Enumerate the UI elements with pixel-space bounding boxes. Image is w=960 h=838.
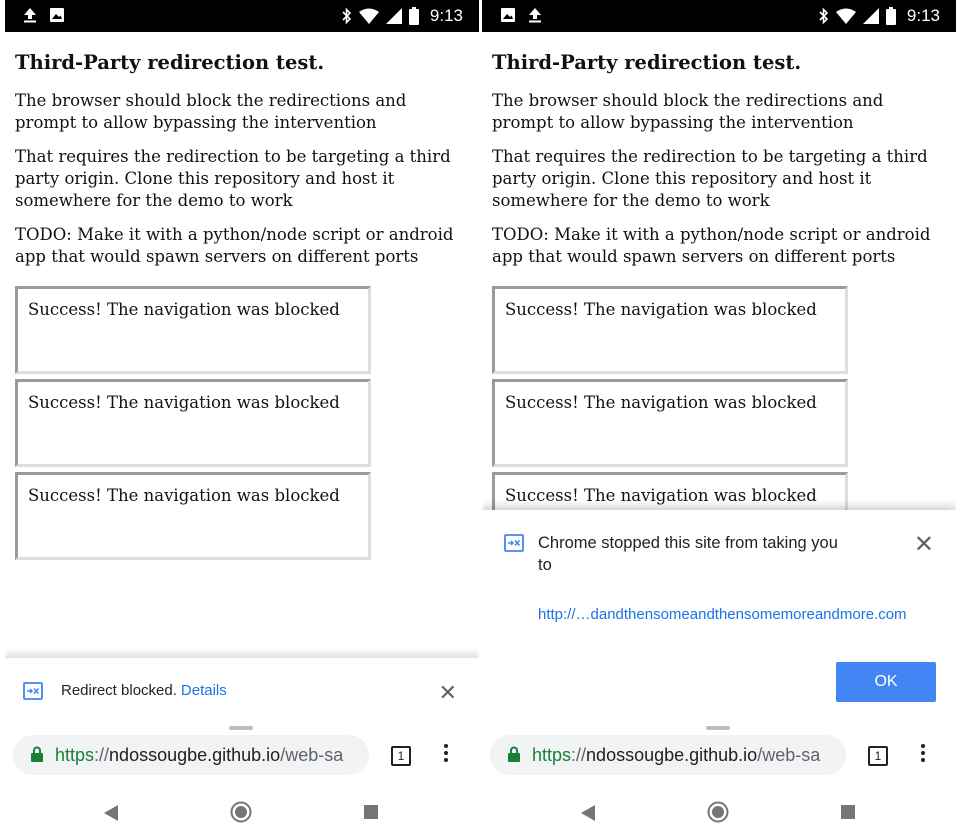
back-icon[interactable]: [103, 804, 119, 822]
details-link[interactable]: Details: [181, 682, 227, 699]
infobar-message: Redirect blocked. Details: [61, 682, 227, 699]
upload-icon: [529, 8, 541, 23]
result-iframe: Success! The navigation was blocked: [492, 379, 848, 467]
clock: 9:13: [429, 6, 463, 25]
recents-icon[interactable]: [841, 805, 855, 819]
iframe-list: Success! The navigation was blocked Succ…: [15, 286, 470, 560]
image-icon: [501, 8, 515, 22]
url-separator: ://: [571, 745, 587, 765]
wifi-icon: [835, 8, 856, 24]
bluetooth-icon: [342, 7, 352, 25]
status-bar: 9:13: [482, 0, 956, 32]
todo-paragraph: TODO: Make it with a python/node script …: [492, 225, 931, 266]
ok-button[interactable]: OK: [836, 662, 936, 702]
phone-screen-right: 9:13 Third-Party redirection test. The b…: [482, 0, 956, 838]
url-separator: ://: [94, 745, 110, 765]
result-iframe: Success! The navigation was blocked: [15, 379, 371, 467]
blocked-url-link[interactable]: http://…dandthensomeandthensomemoreandmo…: [538, 606, 907, 623]
infobar-text: Redirect blocked.: [61, 682, 177, 699]
upload-icon: [24, 8, 36, 23]
url-text: https://ndossougbe.github.io/web-sa: [532, 745, 820, 766]
close-icon[interactable]: ✕: [914, 530, 934, 559]
android-nav-bar: [5, 790, 479, 838]
cell-signal-icon: [862, 8, 879, 24]
tab-switcher-button[interactable]: 1: [391, 746, 411, 766]
url-scheme: https: [532, 745, 572, 765]
recents-icon[interactable]: [364, 805, 378, 819]
image-icon: [50, 8, 64, 22]
home-icon[interactable]: [230, 801, 252, 823]
clock: 9:13: [906, 6, 940, 25]
more-menu-icon[interactable]: [920, 744, 926, 766]
requirement-paragraph: That requires the redirection to be targ…: [15, 147, 451, 210]
todo-paragraph: TODO: Make it with a python/node script …: [15, 225, 454, 266]
result-iframe: Success! The navigation was blocked: [15, 472, 371, 560]
lock-icon: [31, 746, 43, 762]
redirect-blocked-infobar: Redirect blocked. Details ✕: [5, 656, 479, 722]
url-host: ndossougbe.github.io: [586, 745, 758, 765]
result-iframe: Success! The navigation was blocked: [15, 286, 371, 374]
bluetooth-icon: [819, 7, 829, 25]
intro-paragraph: The browser should block the redirection…: [492, 91, 884, 132]
url-host: ndossougbe.github.io: [109, 745, 281, 765]
browser-toolbar: https://ndossougbe.github.io/web-sa 1: [5, 720, 479, 790]
home-icon[interactable]: [707, 801, 729, 823]
redirect-blocked-icon: [504, 534, 524, 552]
browser-toolbar: https://ndossougbe.github.io/web-sa 1: [482, 720, 956, 790]
back-icon[interactable]: [580, 804, 596, 822]
android-nav-bar: [482, 790, 956, 838]
url-path: /web-sa: [757, 745, 821, 765]
redirect-blocked-icon: [23, 682, 43, 700]
page-title: Third-Party redirection test.: [15, 51, 325, 74]
page-title: Third-Party redirection test.: [492, 51, 802, 74]
page-content: Third-Party redirection test. The browse…: [15, 50, 470, 565]
page-content: Third-Party redirection test. The browse…: [492, 50, 947, 565]
omnibox[interactable]: https://ndossougbe.github.io/web-sa: [13, 735, 369, 775]
url-scheme: https: [55, 745, 95, 765]
close-icon[interactable]: ✕: [439, 680, 457, 706]
lock-icon: [508, 746, 520, 762]
url-path: /web-sa: [280, 745, 344, 765]
phone-screen-left: 9:13 Third-Party redirection test. The b…: [5, 0, 479, 838]
wifi-icon: [358, 8, 379, 24]
battery-icon: [408, 7, 419, 25]
url-text: https://ndossougbe.github.io/web-sa: [55, 745, 343, 766]
bottom-sheet-handle[interactable]: [706, 726, 730, 730]
more-menu-icon[interactable]: [443, 744, 449, 766]
dialog-message: Chrome stopped this site from taking you…: [538, 534, 838, 574]
redirect-blocked-dialog: Chrome stopped this site from taking you…: [482, 510, 956, 720]
cell-signal-icon: [385, 8, 402, 24]
intro-paragraph: The browser should block the redirection…: [15, 91, 407, 132]
result-iframe: Success! The navigation was blocked: [492, 286, 848, 374]
bottom-sheet-handle[interactable]: [229, 726, 253, 730]
requirement-paragraph: That requires the redirection to be targ…: [492, 147, 928, 210]
tab-switcher-button[interactable]: 1: [868, 746, 888, 766]
omnibox[interactable]: https://ndossougbe.github.io/web-sa: [490, 735, 846, 775]
battery-icon: [885, 7, 896, 25]
status-bar: 9:13: [5, 0, 479, 32]
